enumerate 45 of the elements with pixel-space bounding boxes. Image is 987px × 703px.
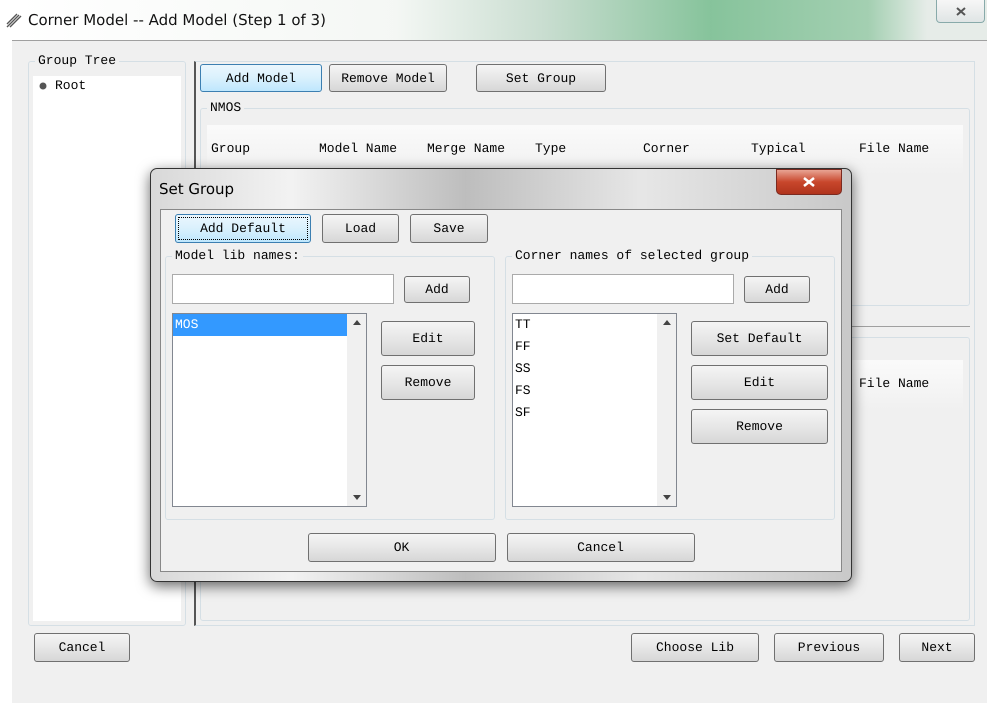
list-item[interactable]: SS xyxy=(513,358,657,380)
action-button[interactable]: Remove xyxy=(381,365,475,400)
list-item[interactable]: FS xyxy=(513,380,657,402)
action-button[interactable]: Edit xyxy=(381,321,475,356)
column-header[interactable]: File Name xyxy=(855,125,963,173)
footer-button[interactable]: Next xyxy=(899,632,975,662)
scroll-up-icon[interactable] xyxy=(352,320,360,325)
node-bullet-icon xyxy=(39,82,47,90)
add-button[interactable]: Add xyxy=(404,276,470,302)
scroll-down-icon[interactable] xyxy=(352,495,360,500)
dialog-button[interactable]: OK xyxy=(308,533,496,562)
footer-button[interactable]: Choose Lib xyxy=(631,632,759,662)
toolbar-button[interactable]: Remove Model xyxy=(329,64,447,92)
scroll-down-icon[interactable] xyxy=(662,495,670,500)
toolbar-button[interactable]: Add Default xyxy=(175,214,311,242)
toolbar-button[interactable]: Load xyxy=(322,214,399,242)
footer-button[interactable]: Cancel xyxy=(34,632,130,662)
close-icon xyxy=(956,6,966,16)
dialog-button[interactable]: Cancel xyxy=(506,533,694,562)
toolbar-button[interactable]: Set Group xyxy=(476,64,606,92)
dialog-title: Set Group xyxy=(159,180,234,198)
action-button[interactable]: Set Default xyxy=(691,321,828,356)
action-button[interactable]: Remove xyxy=(691,409,828,444)
add-button[interactable]: Add xyxy=(744,276,810,302)
toolbar-button[interactable]: Add Model xyxy=(200,64,322,92)
close-button[interactable] xyxy=(776,169,842,195)
window-title: Corner Model -- Add Model (Step 1 of 3) xyxy=(28,11,326,29)
list-item[interactable]: TT xyxy=(513,314,657,336)
text-field[interactable] xyxy=(512,274,734,304)
pen-icon xyxy=(6,12,22,28)
list-item[interactable]: FF xyxy=(513,336,657,358)
group-title: Group Tree xyxy=(35,53,120,68)
scrollbar[interactable] xyxy=(347,314,366,506)
column-header[interactable]: File Name xyxy=(855,360,963,408)
scrollbar[interactable] xyxy=(657,314,676,506)
scroll-up-icon[interactable] xyxy=(662,320,670,325)
footer-button[interactable]: Previous xyxy=(774,632,884,662)
tree-item[interactable]: Root xyxy=(55,78,86,93)
toolbar-button[interactable]: Save xyxy=(410,214,488,242)
list-item[interactable]: SF xyxy=(513,402,657,424)
group-title: Corner names of selected group xyxy=(512,248,752,263)
action-button[interactable]: Edit xyxy=(691,365,828,400)
close-button[interactable] xyxy=(936,0,985,23)
close-icon xyxy=(803,177,815,187)
text-field[interactable] xyxy=(172,274,394,304)
